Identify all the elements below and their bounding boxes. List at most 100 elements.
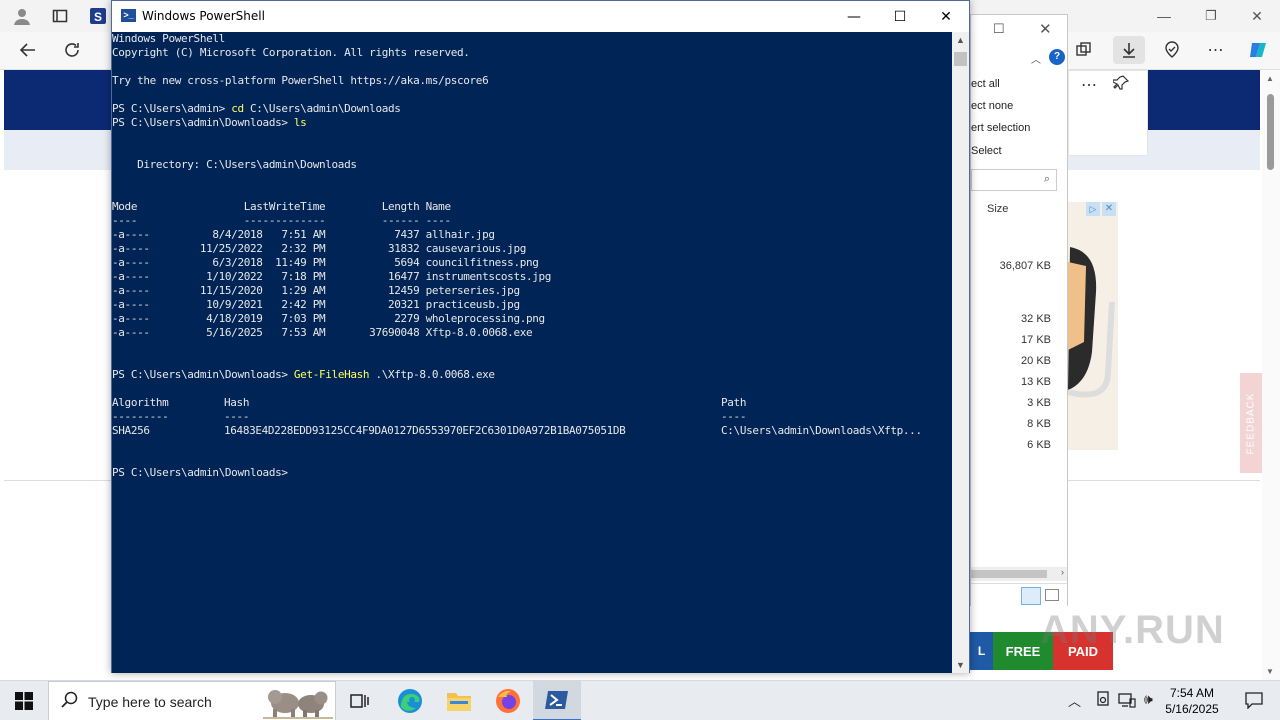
console-line: Try the new cross-platform PowerShell ht… [112,74,489,87]
system-tray: ︿ 🕪 7:54 AM 5/16/2025 [1060,681,1280,720]
help-icon[interactable]: ? [1049,49,1065,65]
console-command-args: .\Xftp-8.0.0068.exe [369,368,495,381]
close-button[interactable]: ✕ [923,1,969,32]
explorer-horizontal-scrollbar[interactable]: › [971,567,1067,581]
console-hash-row: --------- ---- ---- [112,410,952,424]
hash-path-cell: C:\Users\admin\Downloads\Xftp... [721,424,922,437]
scroll-up-icon[interactable]: ▲ [952,32,969,48]
back-icon[interactable] [14,36,42,64]
scroll-thumb[interactable] [954,52,967,66]
hash-value-cell: Hash [224,396,250,409]
taskbar-edge[interactable] [386,681,434,720]
ribbon-invert-selection[interactable]: ert selection [971,122,1030,134]
hash-value-cell: 16483E4D228EDD93125CC4F9DA0127D6553970EF… [224,424,626,437]
console-command-line: PS C:\Users\admin\Downloads> ls [112,116,307,130]
powershell-taskbar-icon [545,691,568,709]
clock-date: 5/16/2025 [1165,702,1219,716]
details-view-icon[interactable] [1021,587,1041,605]
hash-algorithm-cell: SHA256 [112,424,150,437]
console-output[interactable]: Windows PowerShell Copyright (C) Microsof… [112,32,952,673]
size-value: 3 KB [1027,397,1051,409]
console-command-args: C:\Users\admin\Downloads [243,102,401,115]
minimize-button[interactable]: — [831,1,877,32]
console-line: Copyright (C) Microsoft Corporation. All… [112,46,470,59]
hash-path-cell: Path [721,396,747,409]
notifications-icon[interactable] [1245,691,1263,712]
console-command-line: PS C:\Users\admin\Downloads> Get-FileHas… [112,368,495,382]
firefox-icon [496,689,520,713]
edge-l-button[interactable]: L [970,632,993,670]
explorer-maximize-icon[interactable]: ☐ [993,21,1005,37]
hash-algorithm-cell: Algorithm [112,396,169,409]
task-view-button[interactable] [336,681,384,720]
show-hidden-icons-icon[interactable]: ︿ [1068,691,1081,710]
edge-minimize-icon[interactable]: — [1150,2,1178,30]
copilot-icon[interactable] [1244,36,1272,64]
console-line: -a---- 5/16/2025 7:53 AM 37690048 Xftp-8… [112,326,533,339]
size-value: 20 KB [1021,355,1051,367]
maximize-button[interactable]: ☐ [877,1,923,32]
downloads-panel: ⋯ [1068,70,1148,156]
downloads-icon[interactable] [1113,36,1145,64]
tab-actions-icon[interactable] [46,2,74,30]
ad-info-icon[interactable]: ▷ [1086,202,1100,216]
console-line: Mode LastWriteTime Length Name [112,200,451,213]
ribbon-collapse-icon[interactable]: ︿ [1031,51,1041,66]
search-placeholder: Type here to search [88,694,212,710]
window-title: Windows PowerShell [142,9,265,23]
start-button[interactable] [0,681,48,720]
ribbon-select-none[interactable]: ect none [971,100,1013,112]
console-line: ---- ------------- ------ ---- [112,214,451,227]
size-value: 8 KB [1027,418,1051,430]
taskbar-firefox[interactable] [484,681,532,720]
console-line: -a---- 4/18/2019 7:03 PM 2279 wholeproce… [112,312,545,325]
folder-icon [447,693,471,711]
console-line: Directory: C:\Users\admin\Downloads [112,158,357,171]
refresh-icon[interactable] [58,36,86,64]
console-vertical-scrollbar[interactable]: ▲ ▼ [952,32,969,673]
large-icons-view-icon[interactable] [1045,589,1059,601]
profile-icon[interactable] [8,2,36,30]
powershell-titlebar[interactable]: >_ Windows PowerShell — ☐ ✕ [112,1,969,32]
scroll-down-icon[interactable]: ▼ [952,657,969,673]
collections-icon[interactable] [1070,36,1098,64]
explorer-close-icon[interactable]: ✕ [1039,20,1052,38]
device-icon[interactable] [1095,691,1111,712]
taskbar-powershell[interactable] [533,681,581,720]
volume-icon[interactable]: 🕪 [1144,691,1153,708]
powershell-window: >_ Windows PowerShell — ☐ ✕ Windows Powe… [111,0,970,673]
network-icon[interactable] [1118,692,1136,711]
edge-close-icon[interactable]: ✕ [1243,2,1271,30]
edge-restore-icon[interactable]: ❐ [1197,2,1225,30]
more-options-icon[interactable]: ⋯ [1202,36,1230,64]
panel-pin-icon[interactable] [1112,75,1130,94]
size-value: 36,807 KB [999,260,1051,272]
ribbon-select-all[interactable]: ect all [971,78,1000,90]
browser-essentials-icon[interactable] [1158,36,1186,64]
console-command: cd [231,102,244,115]
console-line: -a---- 11/15/2020 1:29 AM 12459 peterser… [112,284,520,297]
console-hash-row: SHA256 16483E4D228EDD93125CC4F9DA0127D655… [112,424,952,438]
panel-more-icon[interactable]: ⋯ [1081,75,1097,95]
size-value: 13 KB [1021,376,1051,388]
edge-vertical-scrollbar[interactable]: ▲ ▼ [1262,70,1280,680]
clock[interactable]: 7:54 AM 5/16/2025 [1160,685,1224,717]
l-label: L [977,644,986,658]
ad-choices-badges[interactable]: ▷ ✕ [1086,202,1116,216]
file-explorer-window: ☐ ✕ ︿ ? ect all ect none ert selection S… [970,14,1068,607]
feedback-tab[interactable]: FEEDBACK [1240,373,1262,473]
console-line: -a---- 10/9/2021 2:42 PM 20321 practiceu… [112,298,520,311]
ribbon-select-group-label: Select [971,145,1002,157]
search-highlight-elephants-icon [263,685,333,719]
taskbar-file-explorer[interactable] [435,681,483,720]
console-hash-row: Algorithm Hash Path [112,396,952,410]
hash-value-cell: ---- [224,410,250,423]
console-command-line: PS C:\Users\admin> cd C:\Users\admin\Dow… [112,102,401,116]
clock-time: 7:54 AM [1169,686,1215,700]
advertisement-image[interactable] [1067,202,1118,450]
taskbar-search-box[interactable]: Type here to search [48,681,336,720]
explorer-search-box[interactable]: ⌕ [971,169,1057,191]
size-column-header[interactable]: Size [987,203,1008,215]
console-line: -a---- 8/4/2018 7:51 AM 7437 allhair.jpg [112,228,495,241]
ad-close-icon[interactable]: ✕ [1102,202,1116,216]
